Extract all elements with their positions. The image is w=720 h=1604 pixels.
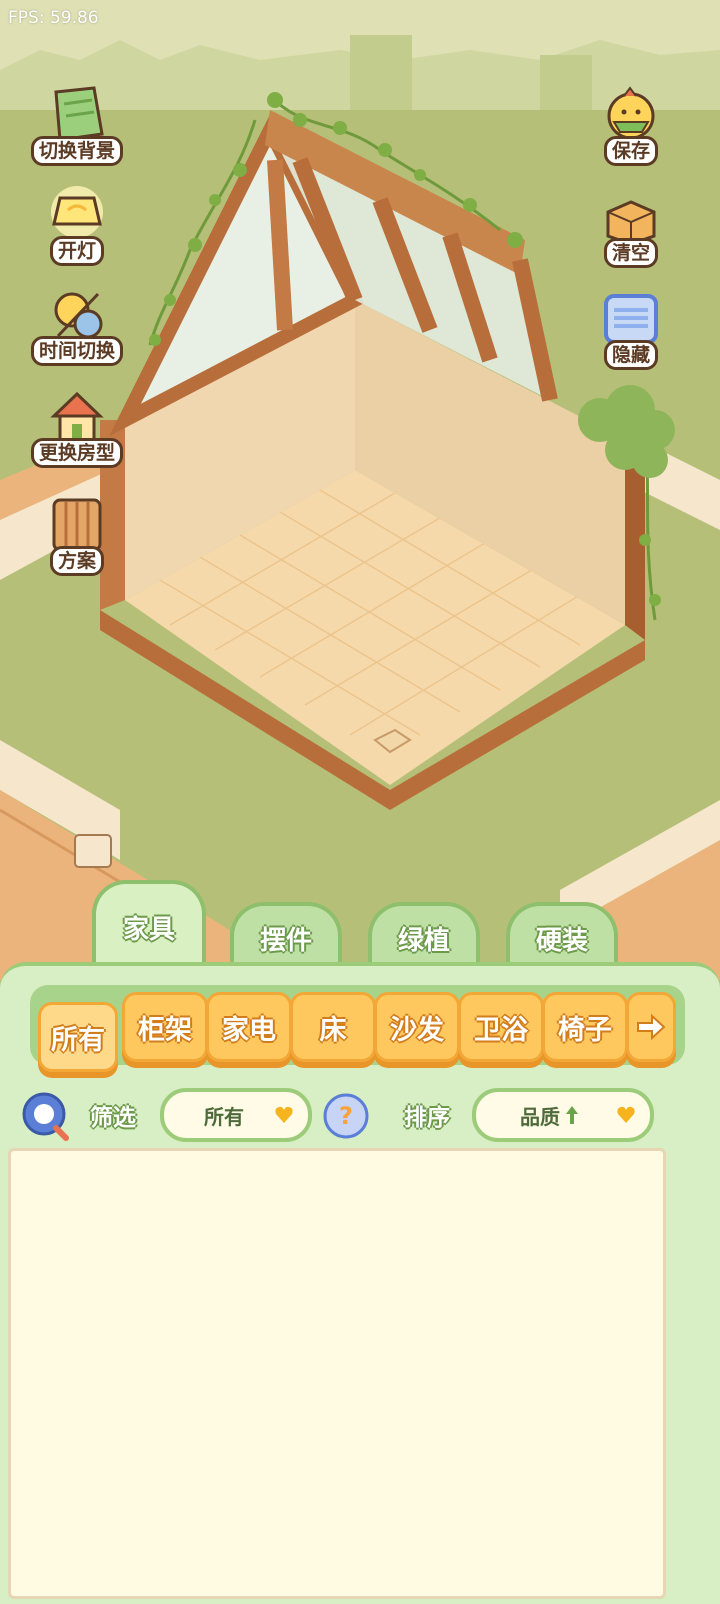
filter-value: 所有: [204, 1104, 244, 1129]
next-category-button[interactable]: [626, 992, 676, 1062]
category-bed[interactable]: 床: [290, 992, 376, 1062]
tab-hardware-label: 硬装: [535, 925, 588, 956]
plan-label: 方案: [49, 546, 104, 576]
category-appliance[interactable]: 家电: [206, 992, 292, 1062]
hide-button[interactable]: 隐藏: [588, 284, 674, 370]
time-switch-button[interactable]: 时间切换: [31, 280, 124, 366]
tab-plants[interactable]: 绿植: [368, 902, 480, 970]
arrow-up-icon: [566, 1106, 578, 1124]
arrow-right-icon: [637, 1014, 666, 1040]
category-sofa[interactable]: 沙发: [374, 992, 460, 1062]
category-sofa-label: 沙发: [390, 1014, 444, 1046]
change-room-type-button[interactable]: 更换房型: [31, 382, 124, 468]
category-all-label: 所有: [51, 1024, 105, 1056]
light-toggle-button[interactable]: 开灯: [34, 180, 120, 266]
sort-dropdown[interactable]: 品质: [472, 1088, 654, 1142]
svg-text:?: ?: [339, 1102, 353, 1130]
search-icon[interactable]: [20, 1090, 72, 1142]
plan-button[interactable]: 方案: [34, 490, 120, 576]
help-icon[interactable]: ?: [322, 1092, 370, 1140]
tab-furniture[interactable]: 家具: [92, 880, 206, 970]
clear-label: 清空: [603, 238, 658, 268]
dropdown-heart-icon: [617, 1106, 635, 1123]
room-scene: FPS: 59.86 切换背景 开灯 时间切换 更换房型 方案 保存 清空 隐藏: [0, 0, 720, 980]
time-switch-label: 时间切换: [31, 336, 124, 366]
change-room-type-label: 更换房型: [31, 438, 124, 468]
dropdown-heart-icon: [275, 1106, 293, 1123]
filter-label: 筛选: [90, 1105, 136, 1131]
tab-hardware[interactable]: 硬装: [506, 902, 618, 970]
tab-furniture-label: 家具: [122, 914, 175, 945]
light-toggle-label: 开灯: [49, 236, 104, 266]
category-bed-label: 床: [319, 1014, 347, 1046]
category-chair[interactable]: 椅子: [542, 992, 628, 1062]
tab-ornaments-label: 摆件: [259, 925, 312, 956]
filter-dropdown[interactable]: 所有: [160, 1088, 312, 1142]
category-cabinet[interactable]: 柜架: [122, 992, 208, 1062]
category-bathroom[interactable]: 卫浴: [458, 992, 544, 1062]
sort-label: 排序: [404, 1105, 450, 1131]
switch-background-label: 切换背景: [31, 136, 124, 166]
category-chair-label: 椅子: [558, 1014, 612, 1046]
category-cabinet-label: 柜架: [138, 1014, 192, 1046]
fps-counter: FPS: 59.86: [8, 8, 99, 28]
category-appliance-label: 家电: [222, 1014, 276, 1046]
category-bathroom-label: 卫浴: [474, 1014, 528, 1046]
tab-plants-label: 绿植: [397, 925, 450, 956]
tab-ornaments[interactable]: 摆件: [230, 902, 342, 970]
category-all[interactable]: 所有: [38, 1002, 118, 1072]
save-label: 保存: [603, 136, 658, 166]
switch-background-button[interactable]: 切换背景: [31, 80, 124, 166]
clear-button[interactable]: 清空: [588, 182, 674, 268]
save-button[interactable]: 保存: [588, 80, 674, 166]
hide-label: 隐藏: [603, 340, 658, 370]
sort-value: 品质: [520, 1104, 560, 1129]
item-list-area[interactable]: [8, 1148, 666, 1599]
